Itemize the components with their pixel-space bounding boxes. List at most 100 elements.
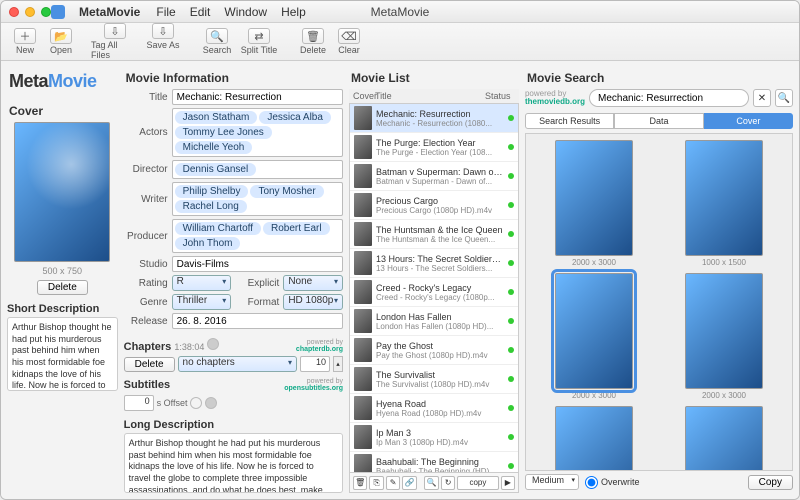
chapters-status-icon [207, 338, 219, 350]
movie-list-row[interactable]: The Huntsman & the Ice QueenThe Huntsman… [350, 220, 518, 249]
director-field[interactable]: Dennis Gansel [172, 160, 343, 179]
movie-list-heading: Movie List [351, 71, 519, 85]
movie-list-row[interactable]: Baahubali: The BeginningBaahubali - The … [350, 452, 518, 473]
long-desc-field[interactable]: Arthur Bishop thought he had put his mur… [124, 433, 343, 493]
status-dot-icon [508, 289, 514, 295]
chapters-stepper[interactable]: ▴ [333, 356, 343, 372]
chapters-delete-button[interactable]: Delete [124, 357, 175, 372]
person-pill[interactable]: William Chartoff [175, 222, 261, 235]
movie-list-row[interactable]: Pay the GhostPay the Ghost (1080p HD).m4… [350, 336, 518, 365]
status-dot-icon [508, 202, 514, 208]
movie-thumb [354, 135, 372, 159]
menu-edit[interactable]: Edit [190, 5, 211, 19]
list-copy-icon[interactable]: ⎘ [369, 476, 383, 490]
movie-list-row[interactable]: London Has FallenLondon Has Fallen (1080… [350, 307, 518, 336]
movie-list-row[interactable]: The SurvivalistThe Survivalist (1080p HD… [350, 365, 518, 394]
producer-field[interactable]: William ChartoffRobert Earl John Thom [172, 219, 343, 253]
tag-all-button[interactable]: ⇩Tag All Files [91, 23, 139, 60]
writer-field[interactable]: Philip ShelbyTony MosherRachel Long [172, 182, 343, 216]
rating-select[interactable]: R [172, 275, 232, 291]
movie-thumb [354, 338, 372, 362]
person-pill[interactable]: Dennis Gansel [175, 163, 257, 176]
cover-result[interactable] [532, 406, 656, 471]
overwrite-radio[interactable]: Overwrite [585, 476, 640, 489]
person-pill[interactable]: Michelle Yeoh [175, 141, 253, 154]
cover-heading: Cover [9, 104, 118, 118]
list-link-icon[interactable]: 🔗 [402, 476, 416, 490]
short-desc-heading: Short Description [7, 303, 118, 315]
app-name: MetaMovie [79, 5, 140, 19]
cover-result[interactable]: 2000 x 3000 [662, 273, 786, 400]
movie-list-row[interactable]: Batman v Superman: Dawn of J...Batman v … [350, 162, 518, 191]
movie-list-row[interactable]: Ip Man 3Ip Man 3 (1080p HD).m4v [350, 423, 518, 452]
new-button[interactable]: ＋New [7, 28, 43, 55]
list-zoom-icon[interactable]: 🔍 [424, 476, 438, 490]
split-title-button[interactable]: ⇄Split Title [235, 28, 283, 55]
movie-list-row[interactable]: Creed - Rocky's LegacyCreed - Rocky's Le… [350, 278, 518, 307]
list-go-icon[interactable]: ▶ [501, 476, 515, 490]
release-field[interactable] [172, 313, 343, 329]
title-field[interactable] [172, 89, 343, 105]
search-tab[interactable]: Cover [704, 113, 793, 129]
movie-list-row[interactable]: Mechanic: ResurrectionMechanic - Resurre… [350, 104, 518, 133]
cover-result[interactable] [662, 406, 786, 471]
movie-list[interactable]: Mechanic: ResurrectionMechanic - Resurre… [349, 104, 519, 473]
movie-thumb [354, 454, 372, 473]
cover-results-grid[interactable]: 2000 x 30001000 x 15002000 x 30002000 x … [525, 133, 793, 471]
studio-field[interactable] [172, 256, 343, 272]
clear-button[interactable]: ⌫Clear [331, 28, 367, 55]
list-trash-icon[interactable]: 🗑 [353, 476, 367, 490]
clear-search-icon[interactable]: ✕ [753, 89, 771, 107]
person-pill[interactable]: Tommy Lee Jones [175, 126, 272, 139]
search-tab[interactable]: Data [614, 113, 703, 129]
list-edit-icon[interactable]: ✎ [386, 476, 400, 490]
delete-button[interactable]: 🗑Delete [295, 28, 331, 55]
minimize-window[interactable] [25, 7, 35, 17]
chapters-powered: powered bychapterdb.org [296, 339, 343, 353]
actors-field[interactable]: Jason StathamJessica Alba Tommy Lee Jones… [172, 108, 343, 157]
subtitles-offset[interactable]: 0 [124, 395, 154, 411]
search-button[interactable]: 🔍Search [199, 28, 235, 55]
movie-thumb [354, 164, 372, 188]
close-window[interactable] [9, 7, 19, 17]
chapters-count[interactable]: 10 [300, 356, 330, 372]
run-search-icon[interactable]: 🔍 [775, 89, 793, 107]
person-pill[interactable]: John Thom [175, 237, 241, 250]
cover-size-select[interactable]: Medium [525, 474, 579, 490]
movie-list-row[interactable]: Precious CargoPrecious Cargo (1080p HD).… [350, 191, 518, 220]
person-pill[interactable]: Philip Shelby [175, 185, 249, 198]
explicit-select[interactable]: None [283, 275, 343, 291]
save-as-button[interactable]: ⇩Save As [139, 23, 187, 60]
movie-list-row[interactable]: The Purge: Election YearThe Purge - Elec… [350, 133, 518, 162]
list-refresh-icon[interactable]: ↻ [441, 476, 455, 490]
menu-file[interactable]: File [156, 5, 175, 19]
search-tab[interactable]: Search Results [525, 113, 614, 129]
chapters-heading: Chapters [124, 341, 172, 353]
list-action-select[interactable]: copy [457, 476, 498, 490]
movie-list-toolbar: 🗑 ⎘ ✎ 🔗 🔍 ↻ copy ▶ [349, 473, 519, 493]
format-select[interactable]: HD 1080p [283, 294, 343, 310]
search-tabs[interactable]: Search ResultsDataCover [525, 113, 793, 129]
open-button[interactable]: 📂Open [43, 28, 79, 55]
person-pill[interactable]: Tony Mosher [250, 185, 323, 198]
movie-thumb [354, 309, 372, 333]
movie-list-row[interactable]: Hyena RoadHyena Road (1080p HD).m4v [350, 394, 518, 423]
zoom-window[interactable] [41, 7, 51, 17]
person-pill[interactable]: Rachel Long [175, 200, 247, 213]
movie-list-row[interactable]: 13 Hours: The Secret Soldiers o...13 Hou… [350, 249, 518, 278]
person-pill[interactable]: Jason Statham [175, 111, 258, 124]
cover-delete-button[interactable]: Delete [37, 280, 88, 295]
chapters-select[interactable]: no chapters [178, 356, 297, 372]
copy-button[interactable]: Copy [748, 475, 793, 490]
search-input[interactable] [589, 89, 749, 107]
genre-select[interactable]: Thriller [172, 294, 232, 310]
cover-image[interactable] [14, 122, 110, 262]
menu-window[interactable]: Window [224, 5, 267, 19]
person-pill[interactable]: Robert Earl [263, 222, 330, 235]
cover-result[interactable]: 2000 x 3000 [532, 273, 656, 400]
short-desc-field[interactable]: Arthur Bishop thought he had put his mur… [7, 317, 118, 391]
menu-help[interactable]: Help [281, 5, 306, 19]
person-pill[interactable]: Jessica Alba [259, 111, 331, 124]
cover-result[interactable]: 2000 x 3000 [532, 140, 656, 267]
cover-result[interactable]: 1000 x 1500 [662, 140, 786, 267]
